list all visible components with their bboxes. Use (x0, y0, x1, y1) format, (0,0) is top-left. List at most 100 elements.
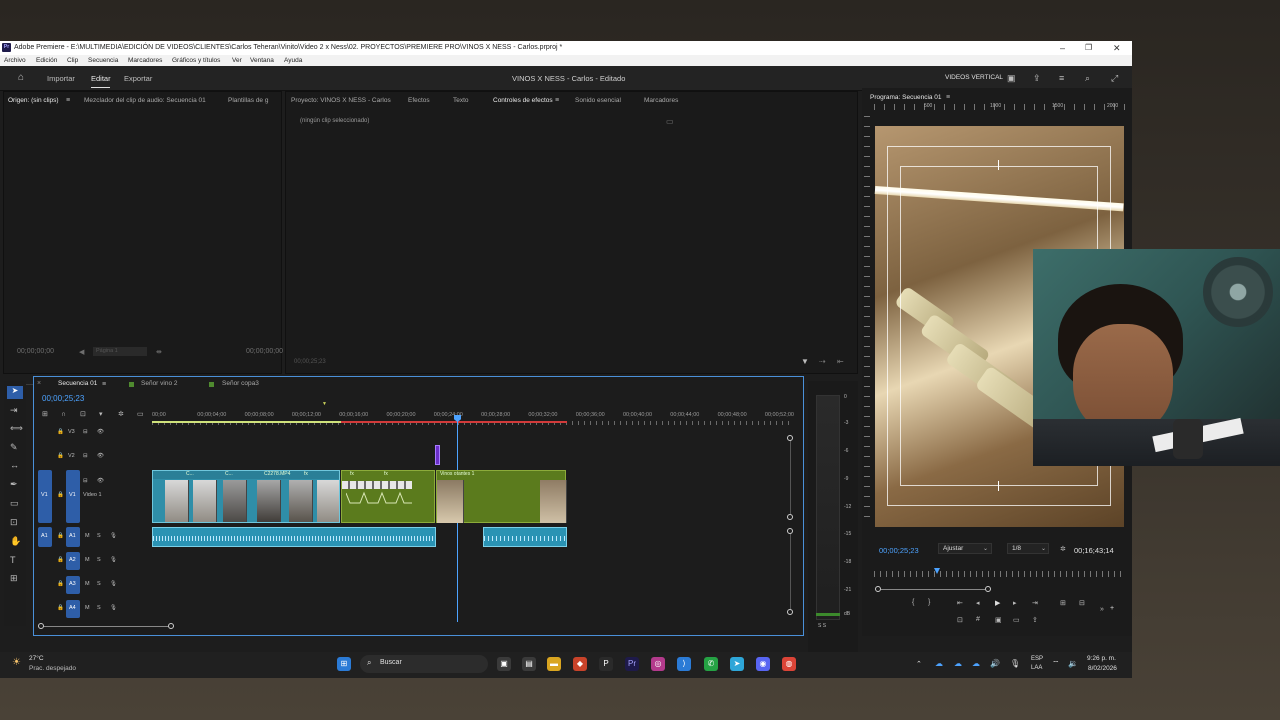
layout-icon[interactable]: ▣ (1007, 74, 1016, 83)
language-code[interactable]: ESP (1031, 656, 1043, 662)
mark-out-icon[interactable]: } (928, 599, 930, 606)
menu-ayuda[interactable]: Ayuda (284, 57, 302, 64)
vertical-scroll-handle[interactable] (787, 514, 793, 520)
close-icon[interactable]: ✕ (1113, 43, 1121, 54)
captions-tool-icon[interactable]: ⊞ (10, 574, 18, 583)
lock-icon[interactable]: 🔒 (57, 581, 64, 587)
panel-menu-icon[interactable]: ≡ (66, 96, 70, 105)
mute-icon[interactable]: M (85, 581, 90, 587)
menu-ventana[interactable]: Ventana (250, 57, 274, 64)
menu-clip[interactable]: Clip (67, 57, 78, 64)
track-select-icon[interactable]: ⇥ (10, 406, 18, 415)
cloud-icon[interactable]: ☁ (954, 659, 962, 668)
vertical-scroll-track[interactable] (790, 441, 791, 514)
tab-editar[interactable]: Editar (91, 74, 111, 83)
vertical-scroll-handle[interactable] (787, 609, 793, 615)
menu-graficos[interactable]: Gráficos y títulos (172, 57, 220, 64)
timeline-menu-icon[interactable]: ≡ (102, 380, 106, 389)
menu-edicion[interactable]: Edición (36, 57, 57, 64)
whatsapp-icon[interactable]: ✆ (704, 657, 718, 671)
home-icon[interactable]: ⌂ (18, 73, 24, 83)
step-back-icon[interactable]: ◂ (976, 599, 980, 607)
task-view-icon[interactable]: ▣ (497, 657, 511, 671)
captions-icon[interactable]: ▭ (137, 410, 144, 419)
tab-importar[interactable]: Importar (47, 74, 75, 83)
eye-icon[interactable]: 👁 (97, 429, 104, 435)
app-icon[interactable]: ◎ (651, 657, 665, 671)
program-time-ruler[interactable] (874, 571, 1122, 577)
tab-mezclador[interactable]: Mezclador del clip de audio: Secuencia 0… (84, 97, 206, 104)
search-box[interactable]: ⌕ Buscar (360, 655, 488, 673)
linked-selection-icon[interactable]: ⊡ (80, 410, 86, 419)
pen-tool-icon[interactable]: ✒ (10, 480, 18, 489)
sync-lock-icon[interactable]: ⊟ (83, 429, 88, 435)
weather-desc[interactable]: Prac. despejado (29, 665, 76, 672)
mic-icon[interactable]: 🎙 (110, 605, 117, 611)
program-zoom-handle[interactable] (985, 586, 991, 592)
sync-icon[interactable]: ☁ (972, 659, 980, 668)
lock-icon[interactable]: 🔒 (57, 453, 64, 459)
menu-ver[interactable]: Ver (232, 57, 242, 64)
clip-icon[interactable]: ⇤ (837, 357, 844, 366)
extract-icon[interactable]: ⊟ (1079, 599, 1085, 607)
ripple-edit-icon[interactable]: ⟺ (10, 424, 23, 433)
tab-senor-copa3[interactable]: Señor copa3 (222, 380, 259, 387)
timeline-timecode[interactable]: 00;00;25;23 (42, 394, 84, 403)
meter-solo-buttons[interactable]: S S (818, 623, 826, 629)
tab-plantillas[interactable]: Plantillas de g (228, 97, 268, 104)
rectangle-tool-icon[interactable]: ▭ (10, 499, 19, 508)
source-prev-icon[interactable]: ◀ (79, 348, 84, 356)
program-menu-icon[interactable]: ≡ (946, 93, 950, 102)
slip-tool-icon[interactable]: ↔ (10, 461, 19, 470)
share-icon[interactable]: ⇪ (1033, 74, 1041, 83)
lock-icon[interactable]: 🔒 (57, 605, 64, 611)
mic-icon[interactable]: 🎙 (110, 557, 117, 563)
tab-origen[interactable]: Origen: (sin clips) (8, 97, 59, 104)
snap-icon[interactable]: ∩ (61, 410, 66, 419)
horizontal-scroll-track[interactable] (44, 626, 168, 627)
export-frame-icon[interactable]: ⇪ (1032, 616, 1038, 624)
crop-tool-icon[interactable]: ⊡ (10, 518, 18, 527)
minimize-icon[interactable]: – (1060, 43, 1065, 53)
audio-clip[interactable] (483, 527, 567, 547)
lock-icon[interactable]: 🔒 (57, 429, 64, 435)
menu-archivo[interactable]: Archivo (4, 57, 26, 64)
source-fit-icon[interactable]: ⇼ (156, 348, 162, 356)
mute-icon[interactable]: M (85, 605, 90, 611)
tab-sonido-esencial[interactable]: Sonido esencial (575, 97, 621, 104)
solo-icon[interactable]: S (97, 581, 101, 587)
toggle-panel-icon[interactable]: ▭ (666, 117, 674, 126)
program-zoom-track[interactable] (881, 589, 985, 590)
chrome-icon[interactable]: ◍ (782, 657, 796, 671)
goto-in-icon[interactable]: ⇤ (957, 599, 963, 607)
tab-controles-efectos[interactable]: Controles de efectos (493, 97, 553, 104)
type-tool-icon[interactable]: T (10, 556, 16, 565)
add-marker-icon[interactable]: ▾ (99, 410, 103, 419)
grid-icon[interactable]: # (976, 616, 980, 623)
volume-icon[interactable]: 🔊 (990, 659, 1000, 668)
telegram-icon[interactable]: ➤ (730, 657, 744, 671)
workspace-preset[interactable]: VIDEOS VERTICAL (945, 74, 1003, 81)
nest-icon[interactable]: ⊞ (42, 410, 48, 419)
title-clip-v2[interactable] (435, 445, 440, 465)
eye-icon[interactable]: 👁 (97, 453, 104, 459)
solo-icon[interactable]: S (97, 605, 101, 611)
solo-icon[interactable]: S (97, 557, 101, 563)
goto-out-icon[interactable]: ⇥ (1032, 599, 1038, 607)
tab-exportar[interactable]: Exportar (124, 74, 152, 83)
program-title[interactable]: Programa: Secuencia 01 (870, 94, 942, 101)
razor-icon[interactable]: ✎ (10, 443, 18, 452)
start-icon[interactable]: ⊞ (337, 657, 351, 671)
add-button-icon[interactable]: + (1110, 605, 1114, 612)
play-icon[interactable]: ▶ (995, 599, 1000, 607)
discord-icon[interactable]: ◉ (756, 657, 770, 671)
language-layout[interactable]: LAA (1031, 665, 1042, 671)
export-icon[interactable]: ⇢ (819, 357, 826, 366)
audio-clip[interactable] (152, 527, 436, 547)
lift-icon[interactable]: ⊞ (1060, 599, 1066, 607)
chevron-up-icon[interactable]: ⌃ (916, 660, 922, 668)
video-clip-group[interactable]: C... C... C2278.MP4 fx (152, 470, 340, 523)
clock-time[interactable]: 9:26 p. m. (1087, 655, 1116, 662)
tab-texto[interactable]: Texto (453, 97, 469, 104)
fit-dropdown[interactable]: Ajustar ⌄ (938, 543, 992, 554)
